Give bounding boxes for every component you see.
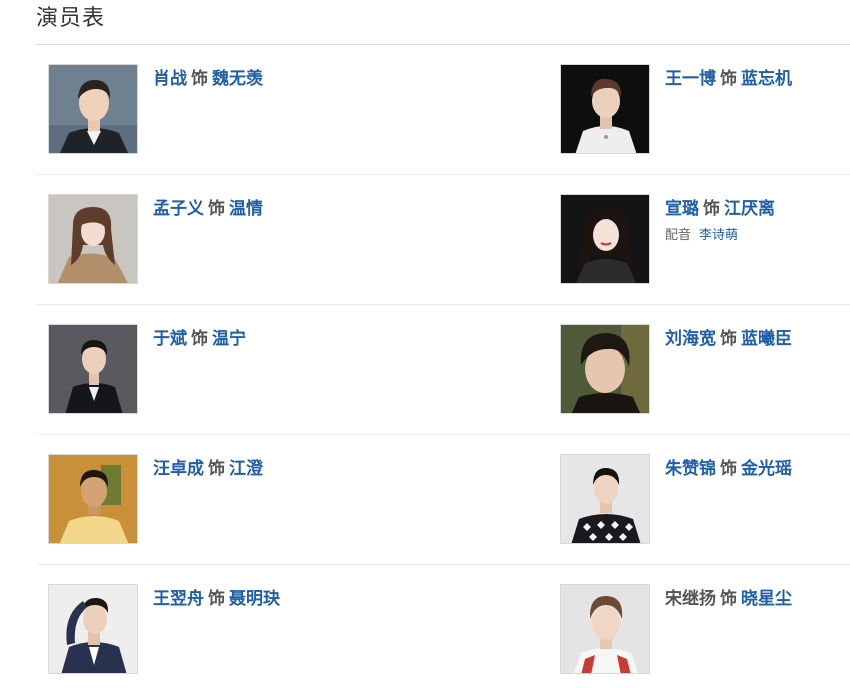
cast-info: 汪卓成饰江澄 xyxy=(153,457,263,481)
separator-text: 饰 xyxy=(208,199,225,219)
cast-info: 朱赞锦饰金光瑶 xyxy=(665,457,792,481)
role-name-link[interactable]: 魏无羡 xyxy=(212,69,263,89)
separator-text: 饰 xyxy=(720,589,737,609)
actor-photo[interactable] xyxy=(48,194,138,284)
cast-row: 孟子义饰温情 宣璐饰江厌离 配音 李诗萌 xyxy=(36,175,850,305)
role-name-link[interactable]: 晓星尘 xyxy=(741,589,792,609)
voice-actor-line: 配音 李诗萌 xyxy=(665,227,775,245)
role-name-link[interactable]: 温宁 xyxy=(212,329,246,349)
actor-photo[interactable] xyxy=(48,584,138,674)
actor-name-link[interactable]: 王翌舟 xyxy=(153,589,204,609)
actor-name-link[interactable]: 孟子义 xyxy=(153,199,204,219)
cast-row: 王翌舟饰聂明玦 宋继扬 饰 晓星尘 xyxy=(36,565,850,688)
role-name-link[interactable]: 蓝曦臣 xyxy=(741,329,792,349)
cast-info: 刘海宽饰蓝曦臣 xyxy=(665,327,792,351)
actor-name-link[interactable]: 汪卓成 xyxy=(153,459,204,479)
actor-name: 宋继扬 xyxy=(665,589,716,609)
cast-info: 于斌饰温宁 xyxy=(153,327,246,351)
section-title: 演员表 xyxy=(36,6,106,31)
actor-name-link[interactable]: 王一博 xyxy=(665,69,716,89)
separator-text: 饰 xyxy=(208,589,225,609)
actor-photo[interactable] xyxy=(560,584,650,674)
actor-photo[interactable] xyxy=(560,454,650,544)
role-name-link[interactable]: 江澄 xyxy=(229,459,263,479)
actor-photo[interactable] xyxy=(560,64,650,154)
cast-info: 孟子义饰温情 xyxy=(153,197,263,221)
separator-text: 饰 xyxy=(720,459,737,479)
cast-row: 汪卓成饰江澄 朱赞锦 饰 金光瑶 xyxy=(36,435,850,565)
actor-photo[interactable] xyxy=(48,64,138,154)
cast-info: 王翌舟饰聂明玦 xyxy=(153,587,280,611)
actor-name-link[interactable]: 刘海宽 xyxy=(665,329,716,349)
separator-text: 饰 xyxy=(703,199,720,219)
actor-photo[interactable] xyxy=(48,454,138,544)
separator-text: 饰 xyxy=(720,329,737,349)
actor-name-link[interactable]: 肖战 xyxy=(153,69,187,89)
role-name-link[interactable]: 江厌离 xyxy=(724,199,775,219)
separator-text: 饰 xyxy=(191,329,208,349)
cast-info: 宣璐饰江厌离 配音 李诗萌 xyxy=(665,197,775,245)
actor-photo[interactable] xyxy=(560,194,650,284)
actor-photo[interactable] xyxy=(560,324,650,414)
role-name-link[interactable]: 金光瑶 xyxy=(741,459,792,479)
actor-name-link[interactable]: 宣璐 xyxy=(665,199,699,219)
cast-row: 于斌饰温宁 刘海宽饰蓝曦臣 xyxy=(36,305,850,435)
voice-label: 配音 xyxy=(665,228,692,243)
separator-text: 饰 xyxy=(720,69,737,89)
role-name-link[interactable]: 温情 xyxy=(229,199,263,219)
cast-info: 王一博饰蓝忘机 xyxy=(665,67,792,91)
actor-photo[interactable] xyxy=(48,324,138,414)
separator-text: 饰 xyxy=(208,459,225,479)
cast-row: 肖战饰魏无羡 王一博饰蓝忘机 xyxy=(36,45,850,175)
cast-info: 肖战饰魏无羡 xyxy=(153,67,263,91)
cast-grid: 肖战饰魏无羡 王一博饰蓝忘机 孟子义 饰 温情 宣璐 饰 江厌离 配音 李诗萌 … xyxy=(36,45,850,688)
role-name-link[interactable]: 聂明玦 xyxy=(229,589,280,609)
cast-list-page: 演员表 肖战饰魏无羡 王一博 饰 蓝忘机 孟子义 饰 温情 宣璐 饰 江厌离 配… xyxy=(0,0,850,688)
actor-name-link[interactable]: 于斌 xyxy=(153,329,187,349)
actor-name-link[interactable]: 朱赞锦 xyxy=(665,459,716,479)
role-name-link[interactable]: 蓝忘机 xyxy=(741,69,792,89)
separator-text: 饰 xyxy=(191,69,208,89)
cast-info: 宋继扬饰晓星尘 xyxy=(665,587,792,611)
voice-actor-link[interactable]: 李诗萌 xyxy=(699,228,738,243)
